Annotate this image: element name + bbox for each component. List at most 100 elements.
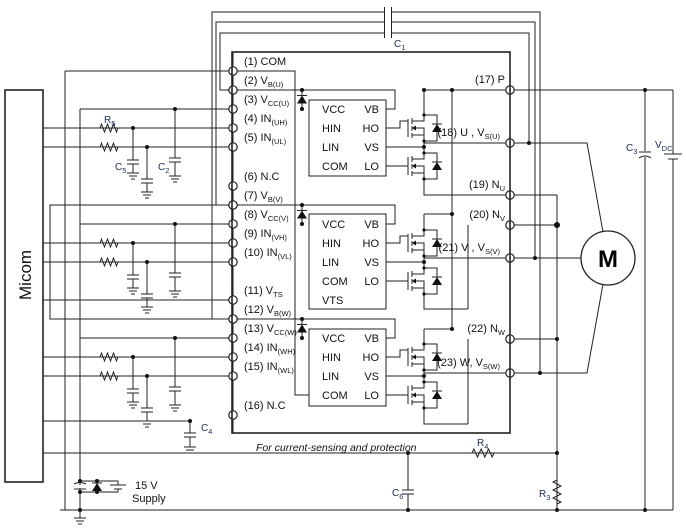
ic-pin-label: VTS [322, 295, 343, 307]
pin-terminal [228, 314, 238, 324]
junction-dot [78, 508, 82, 512]
label-R4: R4 [477, 438, 488, 451]
left-pin-label-subscript: (VL) [278, 252, 293, 261]
junction-dot [422, 374, 426, 378]
junction-dot [173, 107, 177, 111]
capacitor-C2-gap [168, 158, 182, 162]
left-pin-label-subscript: B(U) [268, 80, 284, 89]
ic-pin-label: HIN [322, 352, 341, 364]
left-pin-label-text: (1) COM [244, 56, 286, 68]
junction-dot [422, 254, 426, 258]
pin-terminal [228, 410, 238, 420]
junction-dot [422, 380, 426, 384]
ic-pin-label-text: LO [364, 276, 379, 288]
right-pin-label: (17) P [475, 74, 505, 86]
junction-dot [300, 88, 304, 92]
ic-pin-label-text: LIN [322, 257, 339, 269]
left-pin-label-text: (4) IN [244, 113, 272, 125]
body-diode-icon [432, 162, 442, 170]
capacitor-C5-gap [140, 408, 154, 412]
right-pin-label-text: (19) N [469, 179, 500, 191]
junction-dot [422, 266, 426, 270]
right-pin-label-subscript: S(W) [483, 362, 501, 371]
left-pin-label-text: (8) V [244, 209, 269, 221]
pin-terminal [228, 123, 238, 133]
ic-pin-label-text: VTS [322, 295, 343, 307]
ic-pin-label: VB [364, 104, 379, 116]
left-pin-label-subscript: (UL) [272, 137, 287, 146]
junction-dot [422, 88, 426, 92]
left-pin-label-text: (12) V [244, 304, 275, 316]
left-pin-label-subscript: CC(U) [268, 99, 290, 108]
junction-dot [406, 508, 410, 512]
right-pin-label: (20) NV [469, 209, 505, 223]
junction-dot [131, 241, 135, 245]
pin-terminal [228, 295, 238, 305]
high-side-mosfet-icon-arrow [412, 354, 416, 360]
ic-pin-label: LIN [322, 371, 339, 383]
label-R5: R5 [104, 115, 115, 128]
right-pin-label: (22) NW [467, 323, 506, 337]
left-pin-label: (11) VTS [244, 285, 283, 299]
inverter-schematic: VCCHINLINCOMVBHOVSLOVCCHINLINCOMVTSVBHOV… [4, 7, 682, 525]
right-pin-label: (18) U , VS(U) [438, 127, 501, 141]
resistor-R4 [471, 447, 495, 459]
junction-dot [422, 139, 426, 143]
ic-pin-label: HIN [322, 238, 341, 250]
left-pin-label-text: (6) N.C [244, 171, 280, 183]
junction-dot [300, 317, 304, 321]
ic-pin-label: VS [364, 142, 379, 154]
junction-dot [300, 107, 304, 111]
c1-gap [384, 8, 392, 38]
junction-dot [555, 508, 559, 512]
left-pin-label-subscript: TS [273, 290, 283, 299]
low-side-mosfet-icon-arrow [412, 392, 416, 398]
label-VDC: VDC [655, 140, 673, 153]
left-pin-label-subscript: CC(W) [274, 328, 297, 337]
left-pin-label: (3) VCC(U) [244, 94, 290, 108]
capacitor-C2-gap [168, 387, 182, 391]
motor-u [540, 142, 604, 233]
ic-pin-label-text: HO [363, 238, 380, 250]
junction-dot [450, 88, 454, 92]
left-pin-label: (13) VCC(W) [244, 323, 297, 337]
pin-terminal [228, 238, 238, 248]
left-pin-label-subscript: (VH) [272, 233, 288, 242]
label-C1-subscript: 1 [401, 43, 405, 52]
label-C6-text: C [392, 488, 399, 499]
resistor-R5 [99, 141, 119, 153]
label-R3-subscript: 3 [546, 493, 550, 502]
ic-pin-label-text: VCC [322, 104, 345, 116]
battery-gap [112, 485, 124, 489]
left-pin-label: (7) VB(V) [244, 190, 283, 204]
ic-pin-label-text: HO [363, 123, 380, 135]
ic-pin-label: VCC [322, 104, 345, 116]
high-side-mosfet-icon [412, 363, 425, 375]
ic-pin-label-text: VS [364, 257, 379, 269]
junction-dot [188, 419, 192, 423]
vdc-gap [664, 154, 682, 159]
pin-terminal [228, 333, 238, 343]
high-side-mosfet-icon-arrow [412, 240, 416, 246]
ic-pin-label-text: VCC [322, 219, 345, 231]
pin-terminal [228, 219, 238, 229]
junction-dot [450, 212, 454, 216]
label-C2-text: C [158, 162, 165, 173]
left-pin-label-subscript: (UH) [272, 118, 288, 127]
left-pin-label-text: (9) IN [244, 228, 272, 240]
source-line [423, 299, 468, 310]
left-pin-label: (14) IN(WH) [244, 342, 296, 356]
left-pin-label: (6) N.C [244, 171, 280, 183]
junction-dot [422, 292, 426, 296]
junction-dot [95, 479, 99, 483]
label-C5-text: C [115, 162, 122, 173]
left-pin-label: (16) N.C [244, 400, 286, 412]
ic-pin-label: LO [364, 276, 379, 288]
junction-dot [422, 177, 426, 181]
left-pin-label: (8) VCC(V) [244, 209, 289, 223]
low-side-mosfet-icon [412, 287, 425, 299]
ic-pin-label: VB [364, 219, 379, 231]
ic-pin-label: HO [363, 123, 380, 135]
ic-pin-label-text: VCC [322, 333, 345, 345]
low-side-mosfet-icon [412, 172, 425, 184]
